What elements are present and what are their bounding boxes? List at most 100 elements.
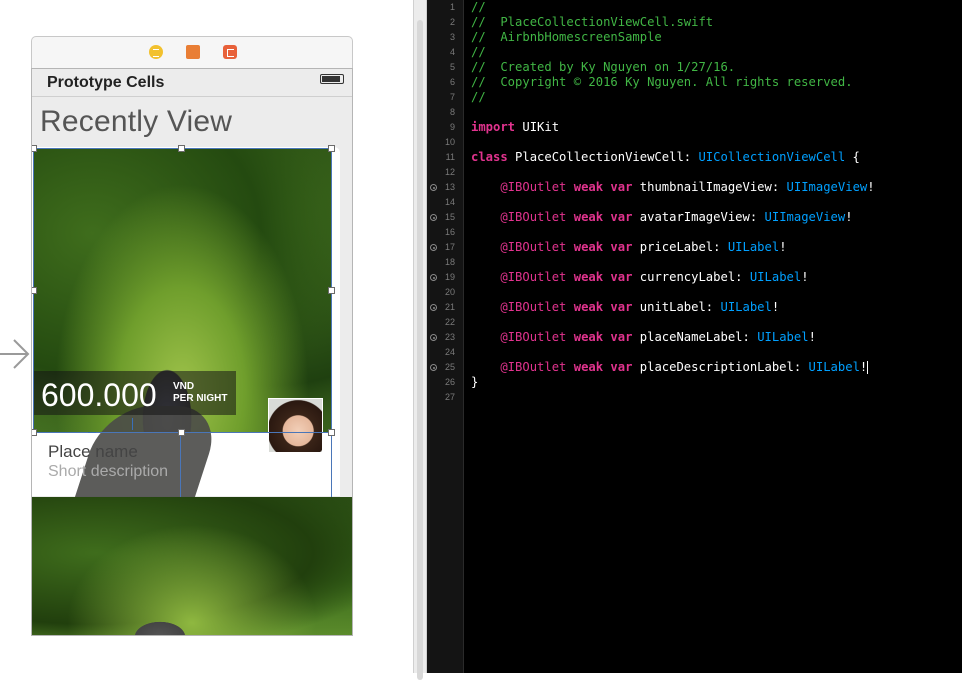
code-line[interactable]: 1 //	[427, 0, 962, 15]
code-token: // AirbnbHomescreenSample	[471, 30, 662, 44]
line-number: 15	[444, 212, 455, 222]
code-text[interactable]: @IBOutlet weak var placeNameLabel: UILab…	[471, 330, 816, 345]
code-text[interactable]: @IBOutlet weak var priceLabel: UILabel!	[471, 240, 786, 255]
code-text[interactable]: //	[471, 0, 486, 15]
code-line[interactable]: 10	[427, 135, 962, 150]
code-line[interactable]: 16	[427, 225, 962, 240]
code-text[interactable]: // Created by Ky Nguyen on 1/27/16.	[471, 60, 735, 75]
storyboard-canvas[interactable]: Prototype Cells Recently View 600.000 VN…	[0, 0, 413, 673]
resize-handle-top[interactable]	[178, 145, 185, 152]
source-editor[interactable]: 1 // 2 // PlaceCollectionViewCell.swift 3 // …	[427, 0, 962, 673]
code-line[interactable]: 5 // Created by Ky Nguyen on 1/27/16.	[427, 60, 962, 75]
code-line[interactable]: 14	[427, 195, 962, 210]
scrollbar-thumb[interactable]	[417, 20, 423, 680]
code-token: @IBOutlet	[471, 330, 567, 344]
code-line[interactable]: 8	[427, 105, 962, 120]
code-token: UILabel	[749, 270, 802, 284]
place-name-label[interactable]: Place name	[48, 442, 138, 462]
code-token: UILabel	[757, 330, 809, 344]
resize-handle-right[interactable]	[328, 287, 335, 294]
code-text[interactable]: import UIKit	[471, 120, 559, 135]
code-text[interactable]: @IBOutlet weak var unitLabel: UILabel!	[471, 300, 779, 315]
code-line[interactable]: 6 // Copyright © 2016 Ky Nguyen. All righ…	[427, 75, 962, 90]
resize-handle-left[interactable]	[32, 287, 37, 294]
code-text[interactable]: //	[471, 45, 486, 60]
line-number: 25	[444, 362, 455, 372]
resize-handle-top-left[interactable]	[32, 145, 37, 152]
code-token: priceLabel:	[632, 240, 728, 254]
code-line[interactable]: 26}	[427, 375, 962, 390]
next-cell-thumbnail[interactable]	[32, 497, 352, 635]
line-number: 17	[444, 242, 455, 252]
first-responder-icon[interactable]	[186, 45, 200, 59]
line-number: 26	[444, 377, 455, 387]
code-token: // PlaceCollectionViewCell.swift	[471, 15, 714, 29]
code-line[interactable]: 18	[427, 255, 962, 270]
code-line[interactable]: 11 class PlaceCollectionViewCell: UIColle…	[427, 150, 962, 165]
place-description-label[interactable]: Short description	[48, 463, 168, 481]
scene-view[interactable]: Prototype Cells Recently View 600.000 VN…	[31, 68, 353, 636]
section-title[interactable]: Recently View	[40, 105, 232, 139]
code-token: weak var	[566, 360, 633, 374]
resize-handle-bottom-left[interactable]	[32, 429, 37, 436]
code-token: {	[845, 150, 860, 164]
code-token: import	[471, 120, 516, 134]
line-number: 1	[449, 2, 455, 12]
code-token: UIImageView	[764, 210, 846, 224]
code-token: PlaceCollectionViewCell:	[507, 150, 699, 164]
prototype-cells-label: Prototype Cells	[47, 74, 165, 91]
code-line[interactable]: 20	[427, 285, 962, 300]
code-text[interactable]: // Copyright © 2016 Ky Nguyen. All right…	[471, 75, 853, 90]
status-bar: Prototype Cells	[32, 69, 352, 97]
resize-handle-top-right[interactable]	[328, 145, 335, 152]
price-label[interactable]: 600.000	[41, 377, 157, 414]
unit-label[interactable]: PER NIGHT	[173, 393, 227, 404]
code-line[interactable]: 17 @IBOutlet weak var priceLabel: UILabe…	[427, 240, 962, 255]
price-overlay[interactable]: 600.000 VND PER NIGHT	[33, 371, 236, 415]
code-line[interactable]: 19 @IBOutlet weak var currencyLabel: UIL…	[427, 270, 962, 285]
code-text[interactable]: // AirbnbHomescreenSample	[471, 30, 662, 45]
currency-label[interactable]: VND	[173, 381, 194, 392]
code-token: UIImageView	[786, 180, 868, 194]
code-line[interactable]: 21 @IBOutlet weak var unitLabel: UILabel…	[427, 300, 962, 315]
exit-icon[interactable]	[223, 45, 237, 59]
code-text[interactable]: @IBOutlet weak var thumbnailImageView: U…	[471, 180, 874, 195]
code-line[interactable]: 12	[427, 165, 962, 180]
resize-handle-bottom[interactable]	[178, 429, 185, 436]
code-text[interactable]: @IBOutlet weak var currencyLabel: UILabe…	[471, 270, 808, 285]
code-line[interactable]: 15 @IBOutlet weak var avatarImageView: U…	[427, 210, 962, 225]
editor-splitter[interactable]	[413, 0, 427, 680]
code-token: unitLabel:	[632, 300, 721, 314]
code-token: weak var	[566, 240, 633, 254]
code-text[interactable]: @IBOutlet weak var avatarImageView: UIIm…	[471, 210, 853, 225]
code-text[interactable]: class PlaceCollectionViewCell: UICollect…	[471, 150, 860, 165]
line-number: 5	[449, 62, 455, 72]
code-text[interactable]: // PlaceCollectionViewCell.swift	[471, 15, 713, 30]
code-line[interactable]: 22	[427, 315, 962, 330]
avatar-image-view[interactable]	[268, 398, 323, 453]
code-text[interactable]: @IBOutlet weak var placeDescriptionLabel…	[471, 360, 869, 375]
code-line[interactable]: 23 @IBOutlet weak var placeNameLabel: UI…	[427, 330, 962, 345]
code-token: !	[845, 210, 853, 224]
code-line[interactable]: 13 @IBOutlet weak var thumbnailImageView…	[427, 180, 962, 195]
code-token: @IBOutlet	[471, 300, 567, 314]
initial-view-controller-arrow-icon[interactable]	[0, 334, 30, 374]
line-number: 9	[449, 122, 455, 132]
code-text[interactable]: //	[471, 90, 486, 105]
code-line[interactable]: 9 import UIKit	[427, 120, 962, 135]
line-number: 13	[444, 182, 455, 192]
view-controller-icon[interactable]	[149, 45, 163, 59]
code-line[interactable]: 25 @IBOutlet weak var placeDescriptionLa…	[427, 360, 962, 375]
code-line[interactable]: 7 //	[427, 90, 962, 105]
line-number: 16	[444, 227, 455, 237]
resize-handle-bottom-right[interactable]	[328, 429, 335, 436]
code-line[interactable]: 24	[427, 345, 962, 360]
line-number: 19	[444, 272, 455, 282]
code-line[interactable]: 2 // PlaceCollectionViewCell.swift	[427, 15, 962, 30]
code-line[interactable]: 4 //	[427, 45, 962, 60]
code-line[interactable]: 27	[427, 390, 962, 405]
code-line[interactable]: 3 // AirbnbHomescreenSample	[427, 30, 962, 45]
code-text[interactable]: }	[471, 375, 478, 390]
code-token: }	[471, 375, 479, 389]
battery-icon	[320, 74, 344, 84]
